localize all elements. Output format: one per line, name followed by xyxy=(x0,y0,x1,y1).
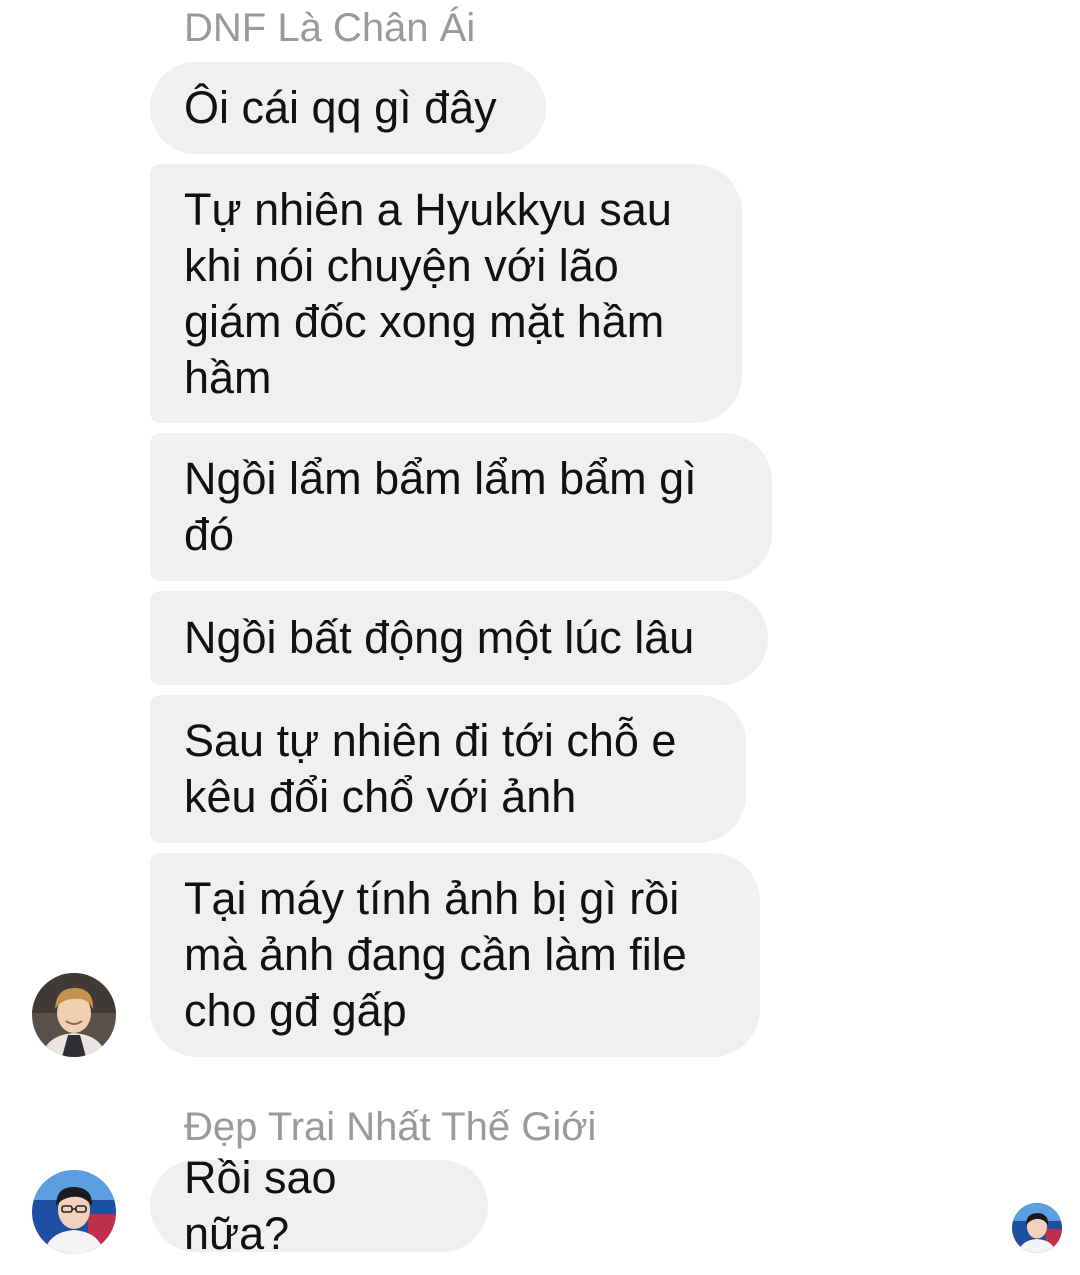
message-bubble[interactable]: Tại máy tính ảnh bị gì rồi mà ảnh đang c… xyxy=(150,853,760,1057)
message-text: Rồi sao nữa? xyxy=(184,1152,337,1259)
message-text: Sau tự nhiên đi tới chỗ e kêu đổi chổ vớ… xyxy=(184,715,677,822)
chat-thread: DNF Là Chân Ái Ôi cái qq gì đây Tự nhiên… xyxy=(0,0,1080,1275)
message-bubble[interactable]: Tự nhiên a Hyukkyu sau khi nói chuyện vớ… xyxy=(150,164,742,423)
message-bubble[interactable]: Ngồi bất động một lúc lâu xyxy=(150,591,768,685)
message-text: Ngồi bất động một lúc lâu xyxy=(184,612,695,663)
read-receipt-avatar-icon xyxy=(1012,1203,1062,1253)
message-bubble[interactable]: Ngồi lẩm bẩm lẩm bẩm gì đó xyxy=(150,433,772,581)
person-photo-icon[interactable] xyxy=(32,1170,116,1254)
message-bubble[interactable]: Sau tự nhiên đi tới chỗ e kêu đổi chổ vớ… xyxy=(150,695,746,843)
person-photo-icon[interactable] xyxy=(32,973,116,1057)
message-text: Ôi cái qq gì đây xyxy=(184,82,497,133)
message-text: Tại máy tính ảnh bị gì rồi mà ảnh đang c… xyxy=(184,873,687,1036)
sender-name: DNF Là Chân Ái xyxy=(184,6,476,50)
sender-name: Đẹp Trai Nhất Thế Giới xyxy=(184,1105,597,1149)
message-bubble[interactable]: Ôi cái qq gì đây xyxy=(150,62,546,154)
message-text: Tự nhiên a Hyukkyu sau khi nói chuyện vớ… xyxy=(184,183,672,403)
message-bubble[interactable]: Rồi sao nữa? xyxy=(150,1152,488,1259)
message-text: Ngồi lẩm bẩm lẩm bẩm gì đó xyxy=(184,453,697,560)
